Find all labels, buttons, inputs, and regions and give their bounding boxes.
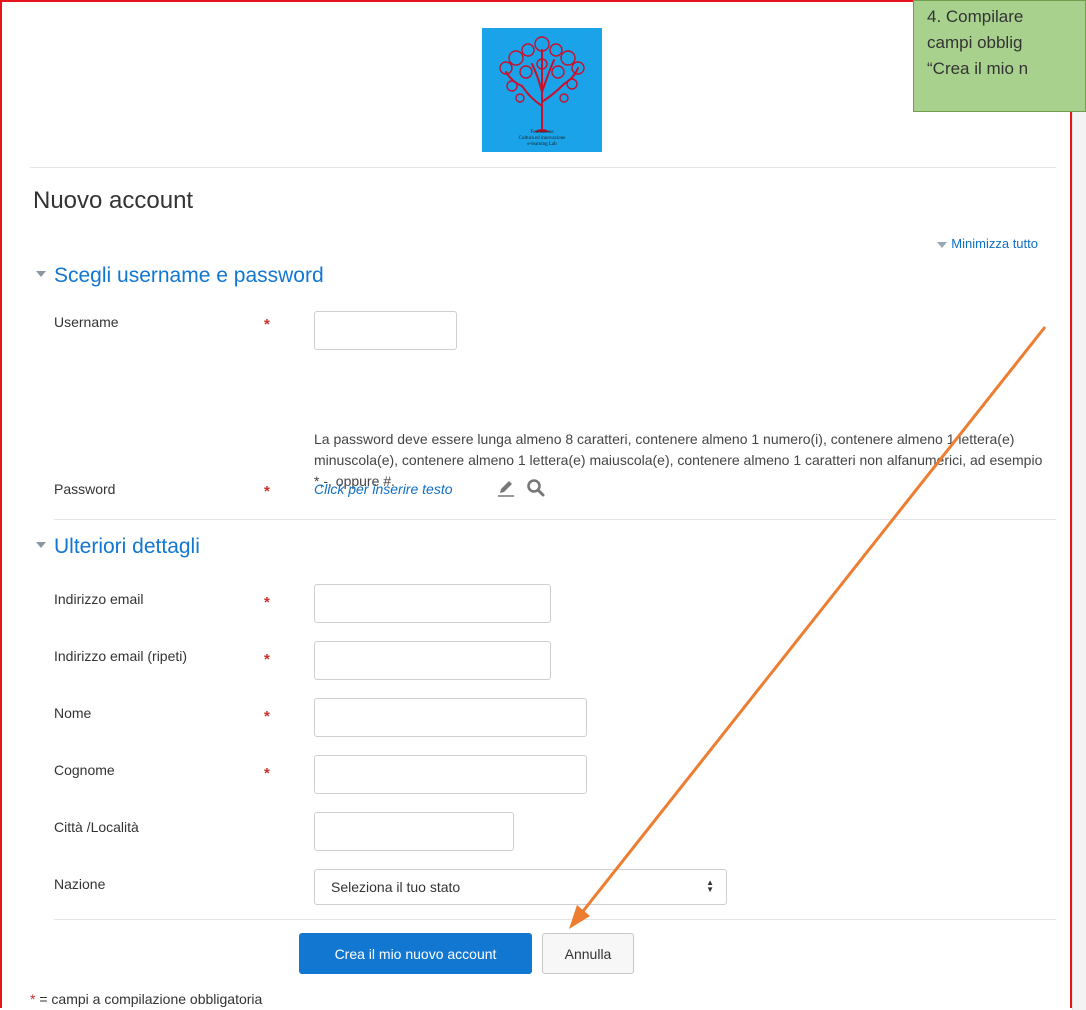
username-label: Username bbox=[54, 314, 119, 330]
callout-line: 4. Compilare bbox=[927, 7, 1024, 26]
country-label: Nazione bbox=[54, 876, 106, 892]
email-input[interactable] bbox=[314, 584, 551, 623]
collapse-triangle-icon bbox=[937, 241, 948, 248]
required-icon: * bbox=[30, 991, 36, 1007]
logo-caption: Fondazione Cultura ed innovazione e-lear… bbox=[482, 130, 602, 148]
section-legend-more-details[interactable]: Ulteriori dettagli bbox=[36, 535, 200, 559]
email-repeat-input[interactable] bbox=[314, 641, 551, 680]
select-arrows-icon: ▲ ▼ bbox=[706, 878, 714, 894]
logo-caption-line: e-learning Lab bbox=[527, 142, 557, 147]
page-scrollbar[interactable] bbox=[1072, 0, 1086, 1010]
required-icon: * bbox=[264, 483, 270, 500]
username-input[interactable] bbox=[314, 311, 457, 350]
country-select-value: Seleziona il tuo stato bbox=[331, 879, 461, 895]
section-legend-label: Ulteriori dettagli bbox=[54, 535, 200, 558]
site-logo[interactable]: Fondazione Cultura ed innovazione e-lear… bbox=[482, 28, 602, 152]
collapse-triangle-icon bbox=[36, 271, 46, 278]
cancel-button[interactable]: Annulla bbox=[542, 933, 634, 974]
required-icon: * bbox=[264, 594, 270, 611]
magnifier-icon[interactable] bbox=[526, 478, 546, 498]
section-divider bbox=[54, 519, 1056, 520]
buttons-divider bbox=[54, 919, 1056, 920]
collapse-all-link[interactable]: Minimizza tutto bbox=[937, 236, 1038, 251]
email-label: Indirizzo email bbox=[54, 591, 144, 607]
required-fields-note-text: = campi a compilazione obbligatoria bbox=[39, 991, 263, 1007]
required-icon: * bbox=[264, 316, 270, 333]
city-label: Città /Località bbox=[54, 819, 139, 835]
page-title: Nuovo account bbox=[33, 187, 194, 214]
firstname-label: Nome bbox=[54, 705, 92, 721]
password-inplace-editor[interactable]: Click per inserire testo bbox=[314, 481, 453, 497]
firstname-input[interactable] bbox=[314, 698, 587, 737]
city-input[interactable] bbox=[314, 812, 514, 851]
required-icon: * bbox=[264, 708, 270, 725]
collapse-triangle-icon bbox=[36, 542, 46, 549]
callout-line: “Crea il mio n bbox=[927, 59, 1029, 78]
country-select[interactable]: Seleziona il tuo stato ▲ ▼ bbox=[314, 869, 727, 905]
section-legend-label: Scegli username e password bbox=[54, 264, 324, 287]
password-label: Password bbox=[54, 481, 116, 497]
lastname-input[interactable] bbox=[314, 755, 587, 794]
create-account-button[interactable]: Crea il mio nuovo account bbox=[299, 933, 532, 974]
section-legend-username-password[interactable]: Scegli username e password bbox=[36, 264, 324, 288]
email-repeat-label: Indirizzo email (ripeti) bbox=[54, 648, 188, 664]
required-fields-note: * = campi a compilazione obbligatoria bbox=[30, 991, 262, 1007]
header-divider bbox=[30, 167, 1056, 168]
callout-line: campi obblig bbox=[927, 33, 1023, 52]
pencil-icon[interactable] bbox=[496, 478, 516, 498]
instruction-callout: 4. Compilare campi obblig “Crea il mio n bbox=[913, 0, 1086, 112]
lastname-label: Cognome bbox=[54, 762, 115, 778]
required-icon: * bbox=[264, 651, 270, 668]
required-icon: * bbox=[264, 765, 270, 782]
collapse-all-label: Minimizza tutto bbox=[951, 236, 1038, 251]
